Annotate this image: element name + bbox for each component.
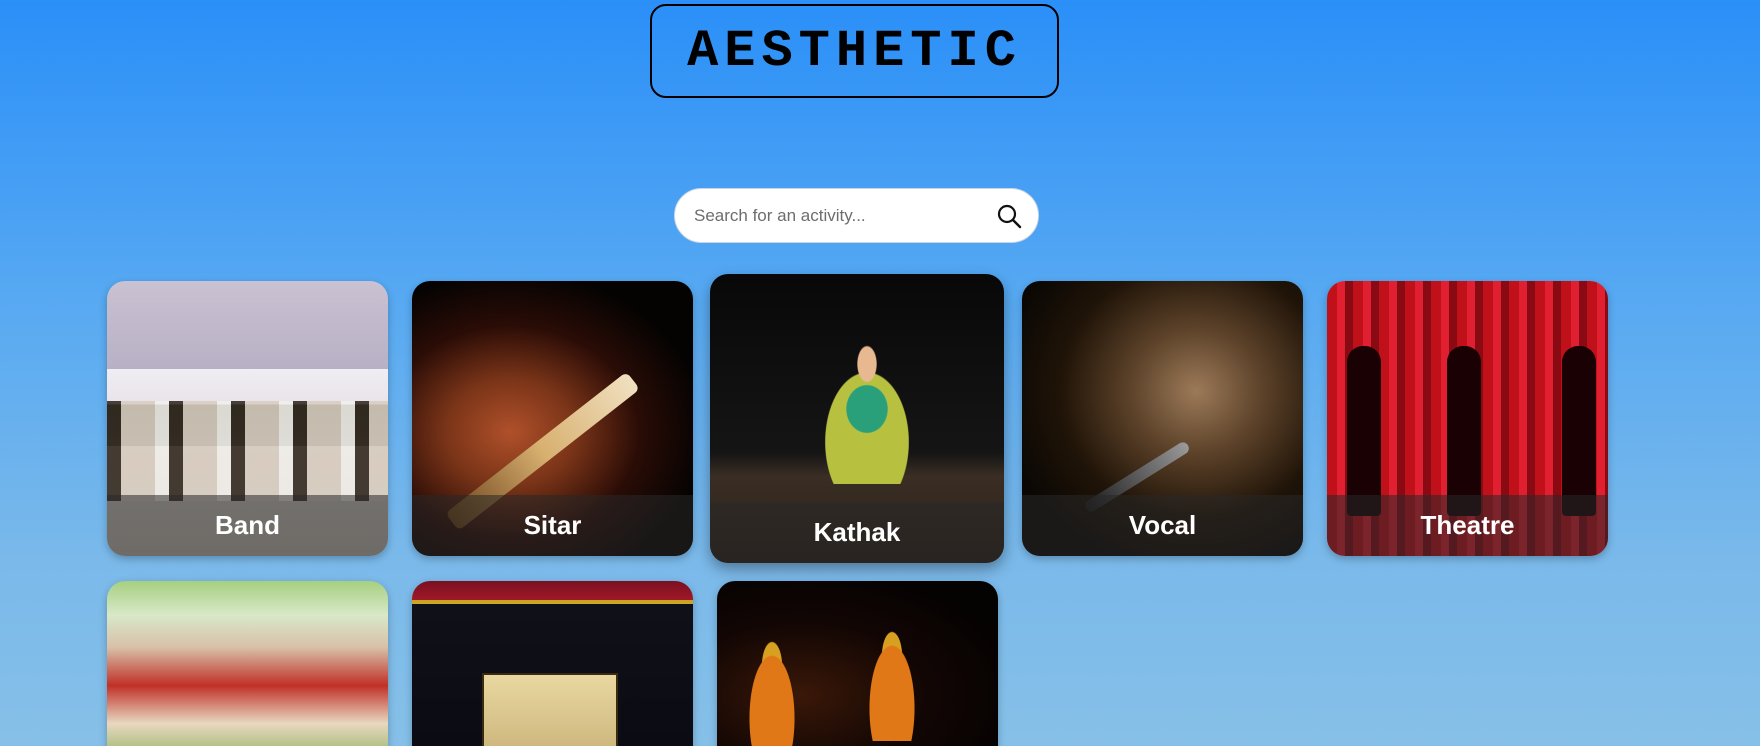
logo: AESTHETIC	[650, 4, 1059, 98]
logo-text: AESTHETIC	[687, 21, 1022, 81]
activity-card-band[interactable]: Band	[107, 281, 388, 556]
search-bar[interactable]	[674, 188, 1039, 243]
search-icon[interactable]	[994, 201, 1024, 231]
activity-card-sitar[interactable]: Sitar	[412, 281, 693, 556]
card-label-bar: Theatre	[1327, 495, 1608, 556]
card-label-bar: Kathak	[710, 502, 1004, 563]
card-label: Band	[215, 510, 280, 540]
card-label: Kathak	[813, 517, 901, 547]
activity-card-kathak[interactable]: Kathak	[710, 274, 1004, 563]
orchestra-photo	[412, 581, 693, 746]
search-input[interactable]	[692, 204, 994, 227]
activity-card-classical-dance[interactable]	[717, 581, 998, 746]
card-label: Theatre	[1420, 510, 1515, 540]
activity-card-folk-dance[interactable]	[107, 581, 388, 746]
folk-dance-photo	[107, 581, 388, 746]
card-label: Sitar	[523, 510, 582, 540]
card-label-bar: Sitar	[412, 495, 693, 556]
activity-card-theatre[interactable]: Theatre	[1327, 281, 1608, 556]
classical-dance-photo	[717, 581, 998, 746]
card-label-bar: Vocal	[1022, 495, 1303, 556]
activity-card-vocal[interactable]: Vocal	[1022, 281, 1303, 556]
activity-card-orchestra[interactable]	[412, 581, 693, 746]
card-label: Vocal	[1128, 510, 1197, 540]
card-label-bar: Band	[107, 495, 388, 556]
